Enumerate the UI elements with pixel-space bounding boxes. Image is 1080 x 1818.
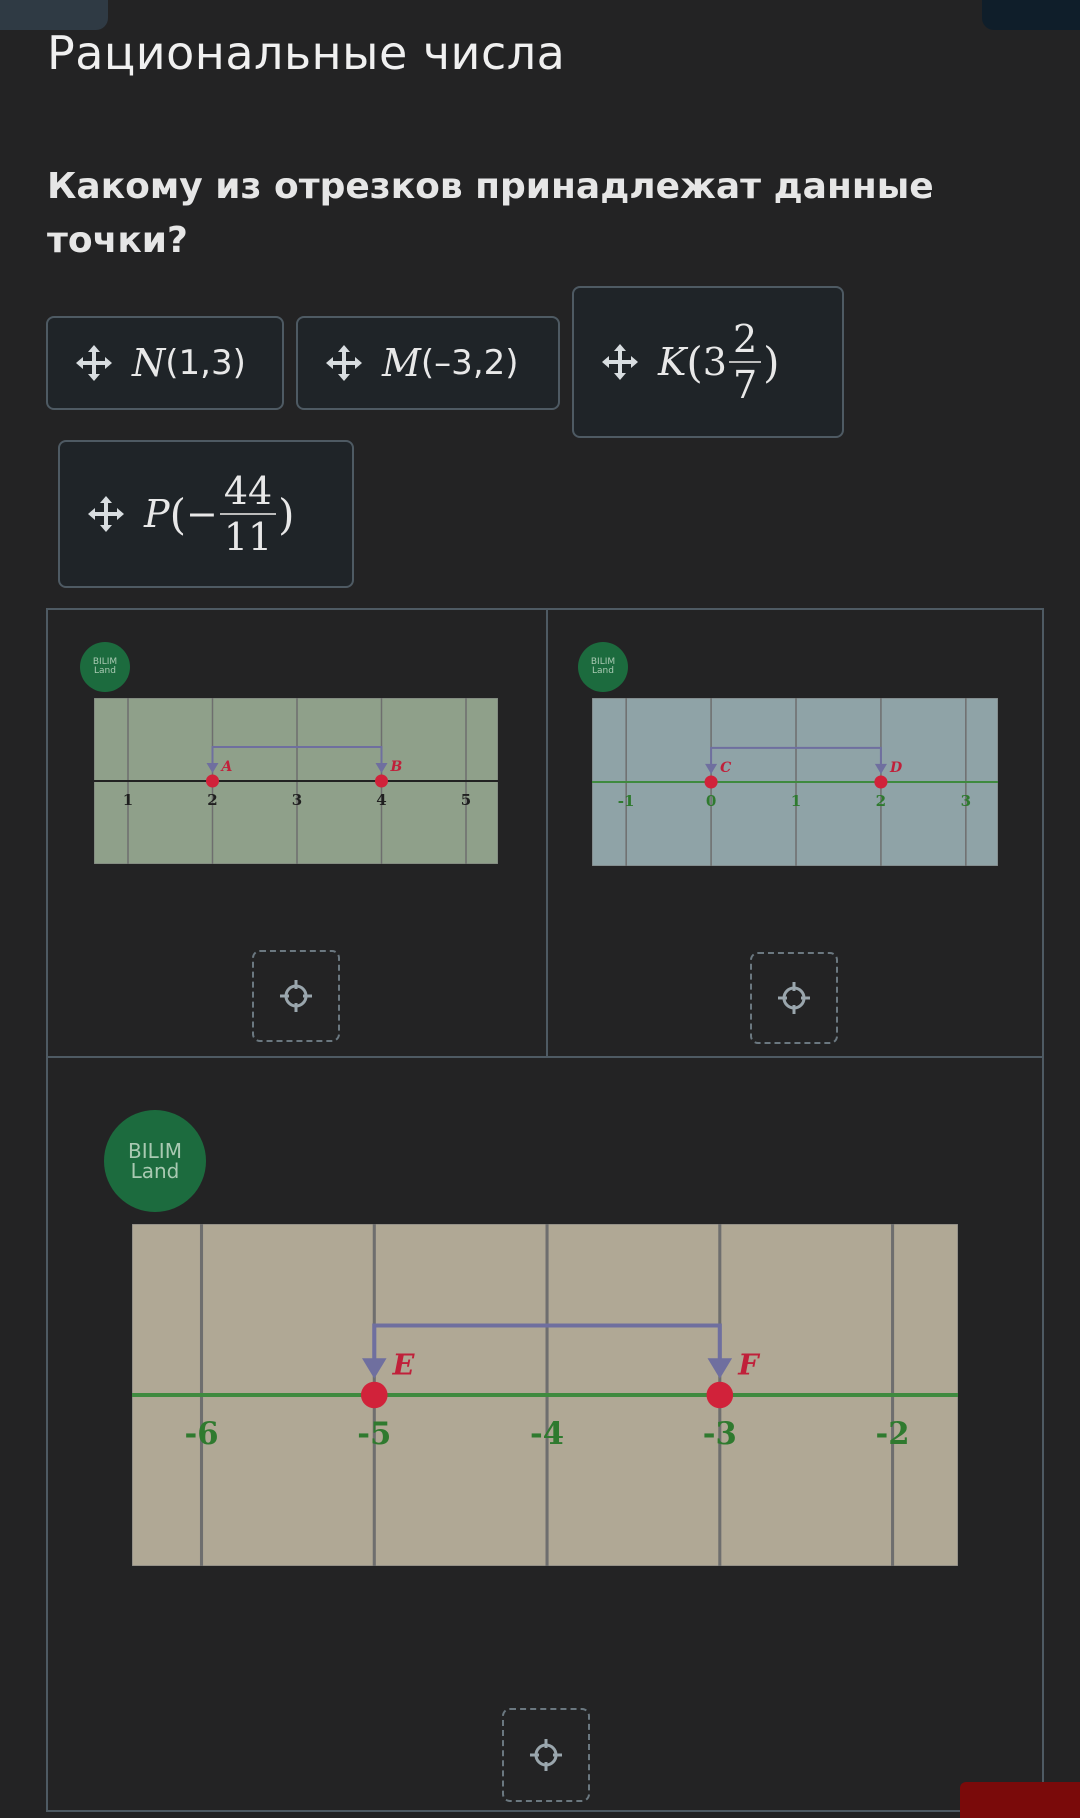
tick-label: -3 [703,1416,737,1452]
draggable-chip-k[interactable]: K ( 3 2 7 ) [572,286,844,438]
point-label: A [220,759,233,775]
chip-label: M (–3,2) [382,341,519,385]
question-text: Какому из отрезков принадлежат данные то… [47,166,934,261]
point-label: B [390,759,403,775]
chip-close-paren: ) [763,337,780,387]
tick-label: 2 [876,792,886,810]
point-e [360,1381,388,1409]
point-label: C [720,760,732,776]
tick-label: 0 [706,792,716,810]
bilimland-logo: BILIM Land [104,1110,206,1212]
chip-label: N (1,3) [132,341,246,385]
chip-letter: N [132,341,166,385]
chip-close-paren: ) [278,489,295,539]
point-c [704,775,718,789]
number-line-ab: 1 2 3 4 5 A B [94,698,498,864]
number-line-cd: -1 0 1 2 3 C D [592,698,998,866]
fraction-numerator: 2 [728,317,762,363]
fraction-numerator: 44 [219,469,277,515]
tick-label: -4 [530,1416,564,1452]
tick-label: -2 [876,1416,910,1452]
drop-target-icon [530,1739,562,1771]
fraction-denominator: 11 [223,515,273,559]
chip-fraction: 44 11 [219,469,277,559]
tick-label: -5 [357,1416,391,1452]
chip-letter: M [382,341,421,385]
logo-line2: Land [592,666,614,676]
point-label: D [889,760,903,776]
chip-value: (1,3) [165,343,246,383]
drop-target-icon [280,980,312,1012]
tick-label: 4 [376,791,386,809]
chip-label: K ( 3 2 7 ) [658,317,780,407]
drop-target-icon [778,982,810,1014]
chip-letter: P [144,492,170,536]
chip-open-paren: ( [686,337,703,387]
move-arrows-icon [324,343,364,383]
tick-label: 3 [961,792,971,810]
bilimland-logo: BILIM Land [80,642,130,692]
move-arrows-icon [74,343,114,383]
point-a [206,774,219,788]
point-label: E [392,1348,416,1382]
grid-divider [546,610,548,1056]
chip-letter: K [658,340,687,384]
page-title: Рациональные числа [47,26,566,80]
number-line-svg: -1 0 1 2 3 C D [592,698,998,866]
point-b [375,774,388,788]
tick-label: 2 [207,791,217,809]
point-f [706,1381,734,1409]
answer-grid: BILIM Land 1 2 3 4 5 A B BILIM Land -1 0 1 2 3 C D B… [46,608,1044,1812]
tick-label: 1 [791,792,801,810]
number-line-svg: -6 -5 -4 -3 -2 E F [132,1224,958,1566]
chip-label: P ( − 44 11 ) [144,469,295,559]
draggable-chip-n[interactable]: N (1,3) [46,316,284,410]
tick-label: -1 [618,792,635,810]
chip-sign: − [185,492,218,536]
point-d [874,775,888,789]
logo-line1: BILIM [128,1139,182,1163]
tick-label: 3 [292,791,302,809]
tick-label: 1 [123,791,133,809]
bottom-right-tab[interactable] [960,1782,1080,1818]
number-line-svg: 1 2 3 4 5 A B [94,698,498,864]
chip-whole: 3 [702,340,727,384]
tick-label: 5 [461,791,471,809]
chip-open-paren: ( [169,489,186,539]
move-arrows-icon [600,342,640,382]
move-arrows-icon [86,494,126,534]
chip-value: (–3,2) [420,343,519,383]
logo-line2: Land [94,666,116,676]
fraction-denominator: 7 [732,363,758,407]
tick-label: -6 [184,1416,218,1452]
number-line-ef: -6 -5 -4 -3 -2 E F [132,1224,958,1566]
drop-zone-cd[interactable] [750,952,838,1044]
grid-divider [48,1056,1042,1058]
chip-fraction: 2 7 [728,317,762,407]
point-label: F [737,1348,760,1382]
draggable-chip-p[interactable]: P ( − 44 11 ) [58,440,354,588]
bilimland-logo: BILIM Land [578,642,628,692]
logo-line2: Land [130,1159,180,1183]
drop-zone-ef[interactable] [502,1708,590,1802]
drop-zone-ab[interactable] [252,950,340,1042]
top-right-tab[interactable] [982,0,1080,30]
draggable-chip-m[interactable]: M (–3,2) [296,316,560,410]
